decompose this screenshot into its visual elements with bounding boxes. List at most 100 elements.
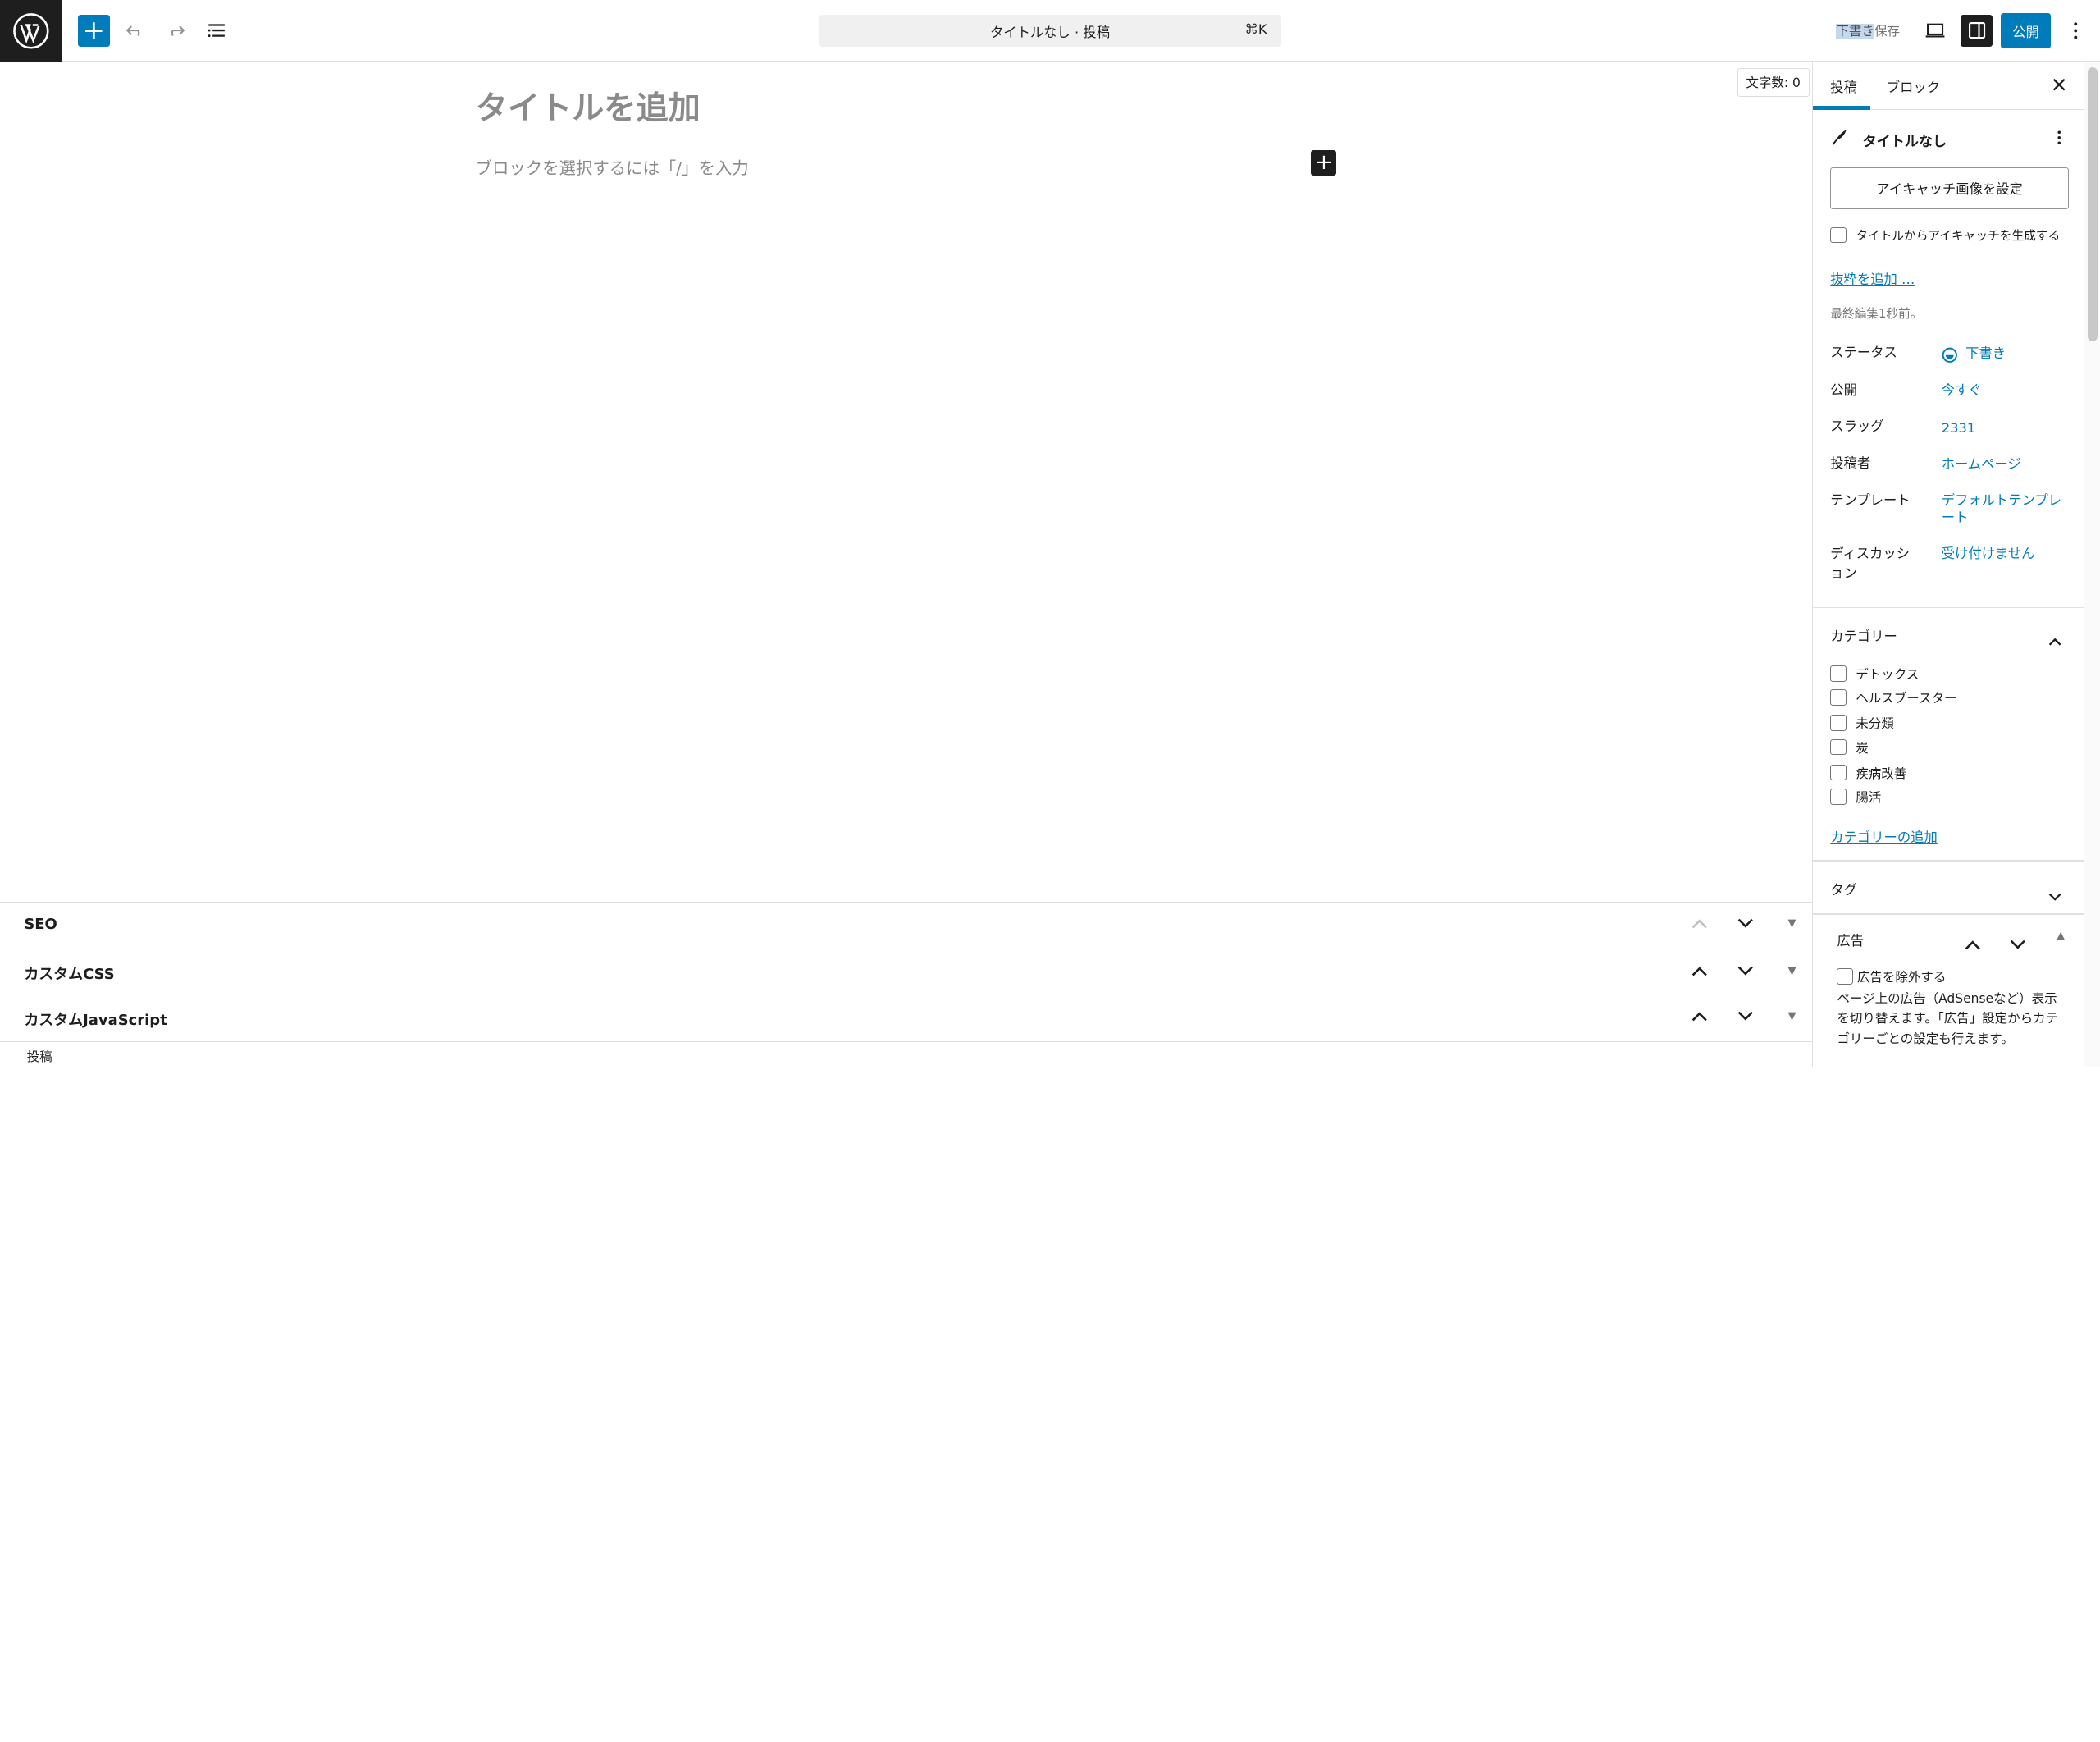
chevron-down-icon[interactable]: [2048, 883, 2061, 908]
move-down-icon[interactable]: [1736, 914, 1755, 933]
checkbox-label: 広告を除外する: [1856, 969, 1947, 985]
toggle-panel-icon[interactable]: ▼: [1783, 1007, 1801, 1026]
sidebar-tabs: 投稿 ブロック: [1813, 62, 2085, 110]
tab-post[interactable]: 投稿: [1830, 76, 1857, 96]
draft-status-icon: [1942, 345, 1958, 369]
metabox-label: カスタムCSS: [24, 966, 115, 984]
move-up-icon[interactable]: [1690, 1007, 1709, 1026]
checkbox[interactable]: [1830, 665, 1847, 682]
chevron-up-icon[interactable]: [2048, 627, 2061, 652]
paragraph-block-placeholder[interactable]: ブロックを選択するには「/」を入力: [476, 154, 749, 179]
options-menu-icon[interactable]: [2060, 15, 2092, 47]
last-edited-text: 最終編集1秒前。: [1830, 306, 1923, 321]
publish-date-value[interactable]: 今すぐ: [1942, 382, 2062, 399]
discussion-value[interactable]: 受け付けません: [1942, 545, 2062, 562]
slug-label: スラッグ: [1830, 418, 1884, 434]
move-up-icon[interactable]: [1965, 931, 1981, 956]
category-item[interactable]: 腸活: [1830, 788, 1881, 806]
categories-panel-title[interactable]: カテゴリー: [1830, 625, 1897, 645]
block-inserter-button[interactable]: +: [77, 14, 110, 48]
category-label: 疾病改善: [1856, 766, 1907, 781]
category-label: 炭: [1856, 740, 1869, 756]
checkbox[interactable]: [1837, 968, 1853, 985]
divider: [1813, 860, 2085, 862]
category-label: ヘルスブースター: [1856, 691, 1957, 706]
toggle-panel-icon[interactable]: ▲: [2057, 930, 2065, 942]
metabox-seo[interactable]: SEO ▼: [0, 901, 1813, 948]
shortcut-hint: ⌘K: [1244, 21, 1267, 38]
add-category-link[interactable]: カテゴリーの追加: [1830, 826, 1938, 846]
generate-featured-from-title[interactable]: タイトルからアイキャッチを生成する: [1830, 226, 2060, 244]
metabox-custom-javascript[interactable]: カスタムJavaScript ▼: [0, 994, 1813, 1040]
checkbox[interactable]: [1830, 226, 1847, 244]
category-label: 未分類: [1856, 716, 1894, 732]
status-value[interactable]: 下書き: [1965, 345, 2086, 362]
sidebar-scrollbar[interactable]: [2084, 62, 2100, 1067]
publish-button[interactable]: 公開: [2001, 13, 2051, 48]
status-label: ステータス: [1830, 344, 1897, 360]
slug-value[interactable]: 2331: [1942, 419, 2062, 437]
template-label: テンプレート: [1830, 492, 1911, 508]
publish-label: 公開: [1830, 382, 1857, 398]
wordpress-logo-icon[interactable]: [0, 0, 62, 62]
checkbox[interactable]: [1830, 789, 1847, 805]
toggle-panel-icon[interactable]: ▼: [1783, 962, 1801, 981]
add-excerpt-link[interactable]: 抜粋を追加 …: [1830, 268, 1915, 288]
category-label: デトックス: [1856, 666, 1920, 682]
settings-sidebar-toggle-icon[interactable]: [1961, 14, 1993, 48]
editor-app: + タイトルなし · 投稿 ⌘K 下書き保存 公開 文字数: 0 タイトルを追加…: [0, 0, 2100, 1067]
category-item[interactable]: デトックス: [1830, 665, 1919, 683]
word-count-badge: 文字数: 0: [1737, 68, 1810, 97]
redo-icon[interactable]: [159, 15, 191, 47]
checkbox[interactable]: [1830, 715, 1847, 731]
save-draft-button[interactable]: 下書き保存: [1836, 21, 1900, 39]
move-down-icon[interactable]: [1736, 1007, 1755, 1026]
tab-block[interactable]: ブロック: [1887, 76, 1940, 96]
undo-icon[interactable]: [119, 15, 151, 47]
metabox-custom-css[interactable]: カスタムCSS ▼: [0, 948, 1813, 994]
divider: [1813, 913, 2085, 916]
list-view-icon[interactable]: [201, 15, 233, 47]
settings-sidebar: 投稿 ブロック タイトルなし アイキャッチ画像を設定 タイトルからアイキャッチを…: [1812, 62, 2100, 1067]
command-palette-bar[interactable]: タイトルなし · 投稿 ⌘K: [819, 14, 1281, 48]
active-tab-indicator: [1813, 105, 1871, 110]
checkbox-label: タイトルからアイキャッチを生成する: [1856, 228, 2061, 243]
editor-canvas[interactable]: [0, 62, 1813, 902]
post-feather-icon: [1830, 127, 1849, 146]
move-down-icon[interactable]: [1736, 962, 1755, 981]
inline-inserter-button[interactable]: +: [1311, 149, 1337, 176]
checkbox[interactable]: [1830, 764, 1847, 781]
post-actions-icon[interactable]: [2050, 129, 2069, 148]
metabox-label: カスタムJavaScript: [24, 1011, 167, 1029]
checkbox[interactable]: [1830, 738, 1847, 756]
close-icon[interactable]: [2050, 75, 2069, 94]
checkbox[interactable]: [1830, 689, 1847, 706]
post-title-input[interactable]: タイトルを追加: [476, 83, 701, 129]
toggle-panel-icon[interactable]: ▼: [1783, 914, 1801, 933]
divider: [1813, 606, 2085, 609]
author-value[interactable]: ホームページ: [1942, 455, 2062, 473]
editor-header: + タイトルなし · 投稿 ⌘K 下書き保存 公開: [0, 0, 2100, 62]
category-item[interactable]: 炭: [1830, 738, 1869, 757]
template-value[interactable]: デフォルトテンプレート: [1942, 492, 2062, 526]
breadcrumb-item[interactable]: 投稿: [27, 1047, 52, 1065]
move-up-icon[interactable]: [1690, 962, 1709, 981]
save-draft-label-highlighted: 下書き: [1836, 24, 1874, 39]
exclude-ads-option[interactable]: 広告を除外する: [1837, 967, 1946, 985]
tags-panel-title[interactable]: タグ: [1830, 879, 1857, 898]
set-featured-image-button[interactable]: アイキャッチ画像を設定: [1830, 167, 2069, 209]
category-label: 腸活: [1856, 790, 1882, 806]
post-summary-title: タイトルなし: [1862, 134, 1947, 151]
ads-description: ページ上の広告（AdSenseなど）表示を切り替えます。「広告」設定からカテゴリ…: [1837, 990, 2059, 1046]
author-label: 投稿者: [1830, 455, 1871, 472]
metabox-label: SEO: [24, 916, 57, 934]
category-item[interactable]: ヘルスブースター: [1830, 688, 1956, 706]
category-item[interactable]: 疾病改善: [1830, 764, 1906, 782]
block-breadcrumb: 投稿: [0, 1040, 1813, 1067]
ads-panel-title: 広告: [1837, 933, 1865, 949]
move-down-icon[interactable]: [2010, 931, 2026, 956]
preview-icon[interactable]: [1920, 15, 1952, 47]
move-up-icon[interactable]: [1690, 914, 1709, 933]
scrollbar-thumb[interactable]: [2088, 66, 2098, 342]
category-item[interactable]: 未分類: [1830, 714, 1894, 732]
